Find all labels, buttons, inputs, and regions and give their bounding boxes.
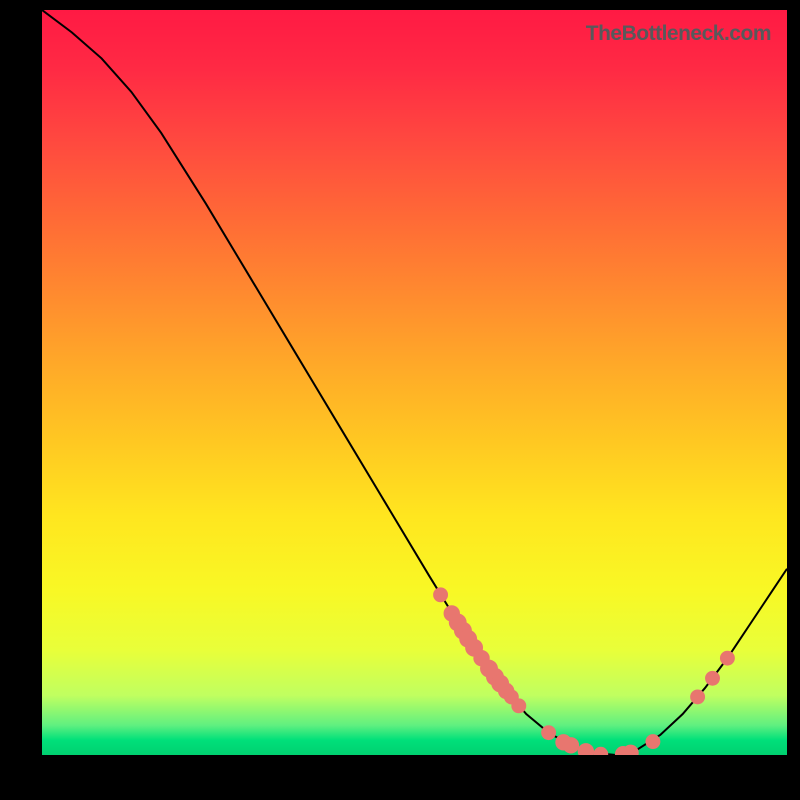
data-marker: [433, 587, 448, 602]
data-marker: [705, 671, 720, 686]
data-marker: [563, 737, 579, 753]
attribution-label: TheBottleneck.com: [586, 22, 771, 46]
data-marker: [645, 734, 660, 749]
data-marker: [690, 689, 705, 704]
data-marker: [578, 743, 594, 755]
data-marker: [720, 651, 735, 666]
data-marker: [622, 745, 638, 755]
data-marker: [511, 698, 526, 713]
bottleneck-chart: TheBottleneck.com: [42, 10, 787, 755]
data-marker: [541, 725, 556, 740]
chart-svg: [42, 10, 787, 755]
data-markers: [433, 587, 735, 755]
bottleneck-curve: [42, 10, 787, 755]
data-marker: [593, 747, 608, 755]
